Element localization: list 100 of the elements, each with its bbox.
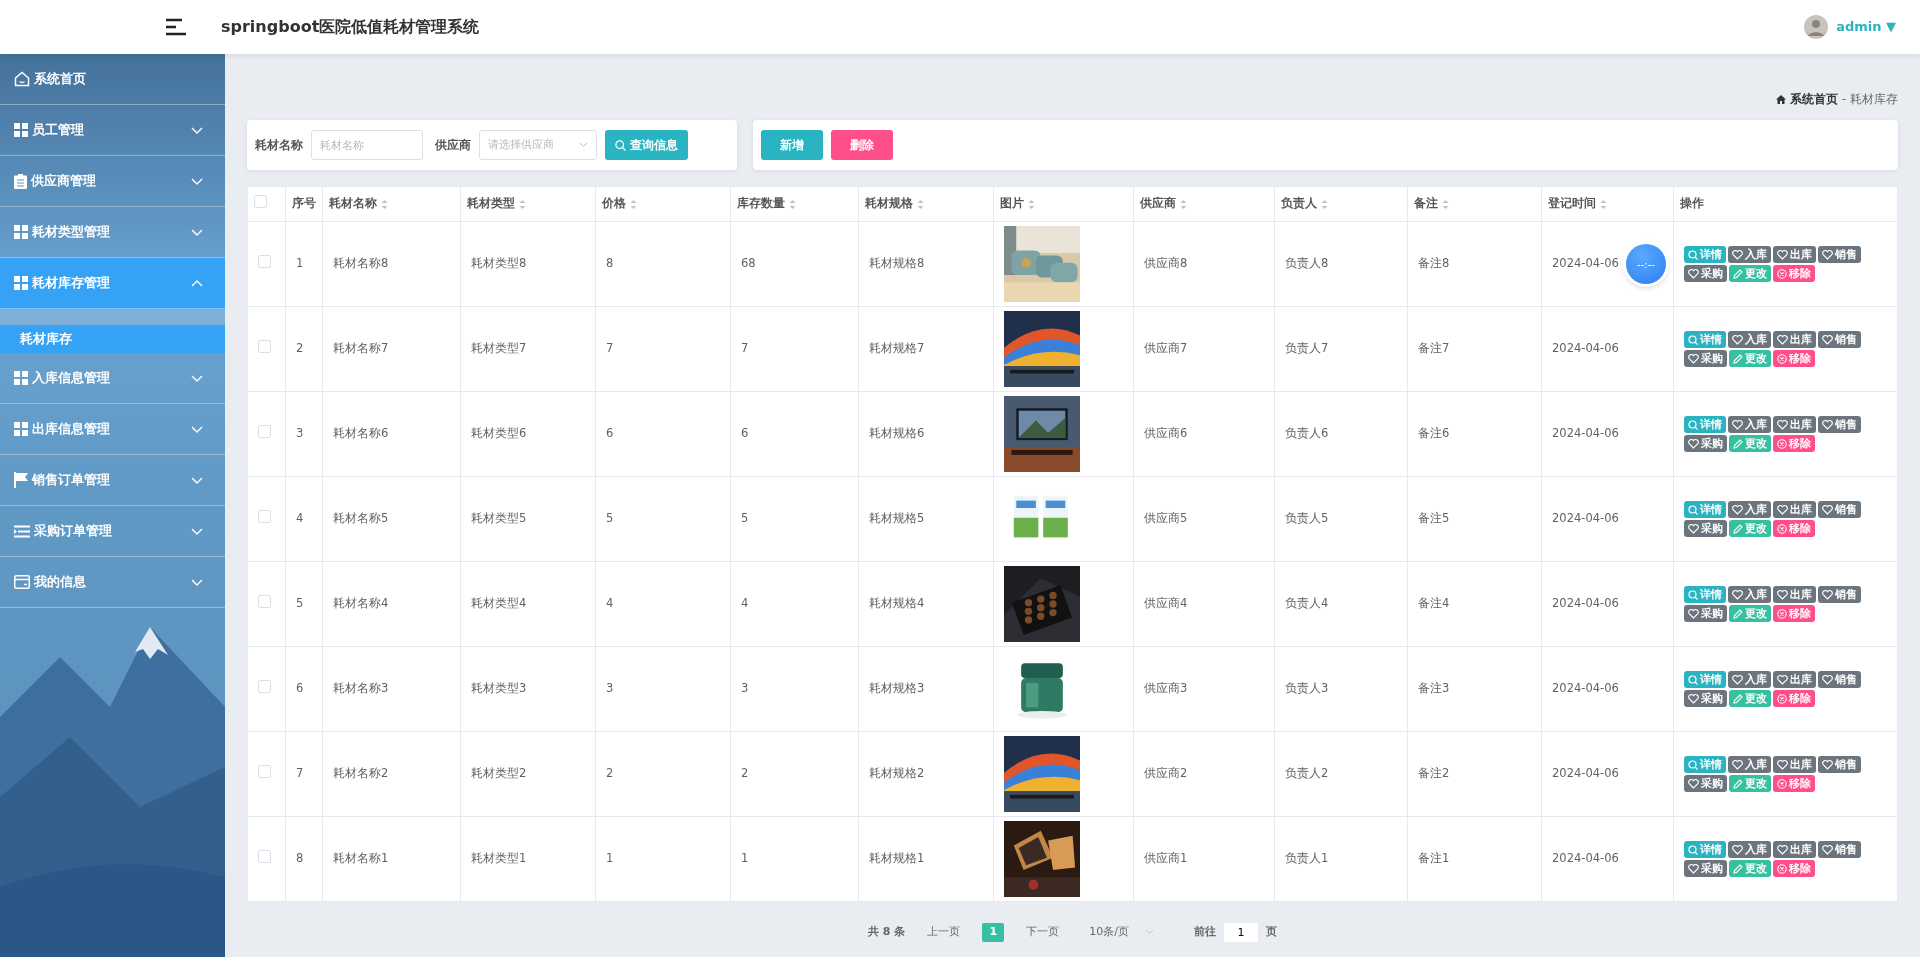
column-header[interactable]: 价格	[602, 195, 626, 213]
sidebar-item[interactable]: 出库信息管理	[0, 404, 225, 455]
chevron-down-icon[interactable]	[191, 425, 203, 433]
sidebar-item[interactable]: 入库信息管理	[0, 353, 225, 404]
sidebar-item[interactable]: 员工管理	[0, 105, 225, 156]
row-checkbox[interactable]	[258, 594, 271, 608]
action-button[interactable]: 入库	[1728, 586, 1771, 603]
row-checkbox[interactable]	[258, 254, 271, 268]
chevron-up-icon[interactable]	[191, 279, 203, 287]
action-button[interactable]: 入库	[1728, 246, 1771, 263]
action-button[interactable]: 采购	[1684, 605, 1727, 622]
action-button[interactable]: 详情	[1684, 246, 1726, 263]
action-button[interactable]: 出库	[1773, 416, 1816, 433]
action-button[interactable]: 详情	[1684, 586, 1726, 603]
column-header[interactable]: 图片	[1000, 195, 1024, 213]
action-button[interactable]: 销售	[1818, 501, 1861, 518]
action-button[interactable]: 销售	[1818, 586, 1861, 603]
page-size-select[interactable]: 10条/页	[1089, 923, 1154, 941]
action-button[interactable]: 详情	[1684, 671, 1726, 688]
chevron-down-icon[interactable]	[191, 578, 203, 586]
timer-widget[interactable]: --:--	[1626, 244, 1666, 284]
action-button[interactable]: 销售	[1818, 331, 1861, 348]
action-button[interactable]: 入库	[1728, 756, 1771, 773]
action-button[interactable]: 详情	[1684, 841, 1726, 858]
action-button[interactable]: 销售	[1818, 756, 1861, 773]
sort-icon[interactable]	[917, 198, 924, 210]
column-header[interactable]: 备注	[1414, 195, 1438, 213]
row-checkbox[interactable]	[258, 339, 271, 353]
action-button[interactable]: 采购	[1684, 350, 1727, 367]
sidebar-item[interactable]: 销售订单管理	[0, 455, 225, 506]
sort-icon[interactable]	[1600, 198, 1607, 210]
action-button[interactable]: 入库	[1728, 671, 1771, 688]
action-button[interactable]: 入库	[1728, 841, 1771, 858]
name-input[interactable]: 耗材名称	[311, 130, 423, 160]
select-all-checkbox[interactable]	[254, 194, 267, 208]
action-button[interactable]: 入库	[1728, 501, 1771, 518]
menu-icon[interactable]	[165, 18, 187, 36]
sidebar-item[interactable]: 我的信息	[0, 557, 225, 608]
chevron-down-icon[interactable]	[191, 527, 203, 535]
column-header[interactable]: 负责人	[1281, 195, 1317, 213]
sort-icon[interactable]	[381, 198, 388, 210]
action-button[interactable]: 出库	[1773, 671, 1816, 688]
column-header[interactable]: 登记时间	[1548, 195, 1596, 213]
prev-page-button[interactable]: 上一页	[921, 922, 967, 942]
column-header[interactable]: 耗材名称	[329, 195, 377, 213]
sort-icon[interactable]	[1028, 198, 1035, 210]
sidebar-item[interactable]: 供应商管理	[0, 156, 225, 207]
chevron-down-icon[interactable]	[191, 177, 203, 185]
action-button[interactable]: 销售	[1818, 841, 1861, 858]
action-button[interactable]: 采购	[1684, 860, 1727, 877]
action-button[interactable]: 采购	[1684, 520, 1727, 537]
action-button[interactable]: 采购	[1684, 775, 1727, 792]
chevron-down-icon[interactable]	[191, 476, 203, 484]
search-button[interactable]: 查询信息	[605, 130, 688, 160]
sort-icon[interactable]	[630, 198, 637, 210]
page-input[interactable]: 1	[1224, 922, 1258, 942]
action-button[interactable]: 移除	[1773, 265, 1815, 282]
next-page-button[interactable]: 下一页	[1020, 922, 1066, 942]
action-button[interactable]: 详情	[1684, 416, 1726, 433]
submenu-item[interactable]: 耗材库存	[0, 325, 225, 353]
action-button[interactable]: 出库	[1773, 586, 1816, 603]
sort-icon[interactable]	[1321, 198, 1328, 210]
action-button[interactable]: 详情	[1684, 331, 1726, 348]
breadcrumb-link[interactable]: 系统首页	[1789, 90, 1838, 108]
sort-icon[interactable]	[519, 198, 526, 210]
action-button[interactable]: 出库	[1773, 501, 1816, 518]
row-checkbox[interactable]	[258, 679, 271, 693]
action-button[interactable]: 出库	[1773, 841, 1816, 858]
action-button[interactable]: 移除	[1773, 775, 1815, 792]
action-button[interactable]: 详情	[1684, 501, 1726, 518]
column-header[interactable]: 供应商	[1140, 195, 1176, 213]
column-header[interactable]: 耗材规格	[865, 195, 913, 213]
action-button[interactable]: 移除	[1773, 350, 1815, 367]
action-button[interactable]: 入库	[1728, 331, 1771, 348]
action-button[interactable]: 销售	[1818, 246, 1861, 263]
chevron-down-icon[interactable]	[191, 126, 203, 134]
action-button[interactable]: 移除	[1773, 690, 1815, 707]
row-checkbox[interactable]	[258, 849, 271, 863]
action-button[interactable]: 移除	[1773, 435, 1815, 452]
sort-icon[interactable]	[1442, 198, 1449, 210]
chevron-down-icon[interactable]	[191, 374, 203, 382]
add-button[interactable]: 新增	[761, 130, 823, 160]
chevron-down-icon[interactable]	[191, 228, 203, 236]
action-button[interactable]: 出库	[1773, 331, 1816, 348]
action-button[interactable]: 入库	[1728, 416, 1771, 433]
sort-icon[interactable]	[1180, 198, 1187, 210]
delete-button[interactable]: 删除	[831, 130, 893, 160]
row-checkbox[interactable]	[258, 509, 271, 523]
row-checkbox[interactable]	[258, 764, 271, 778]
action-button[interactable]: 详情	[1684, 756, 1726, 773]
action-button[interactable]: 采购	[1684, 435, 1727, 452]
action-button[interactable]: 出库	[1773, 246, 1816, 263]
sidebar-item[interactable]: 系统首页	[0, 54, 225, 105]
sidebar-item[interactable]: 采购订单管理	[0, 506, 225, 557]
action-button[interactable]: 移除	[1773, 605, 1815, 622]
sidebar-item[interactable]: 耗材库存管理	[0, 258, 225, 309]
action-button[interactable]: 移除	[1773, 860, 1815, 877]
avatar-icon[interactable]	[1804, 15, 1829, 39]
action-button[interactable]: 销售	[1818, 671, 1861, 688]
column-header[interactable]: 库存数量	[737, 195, 785, 213]
